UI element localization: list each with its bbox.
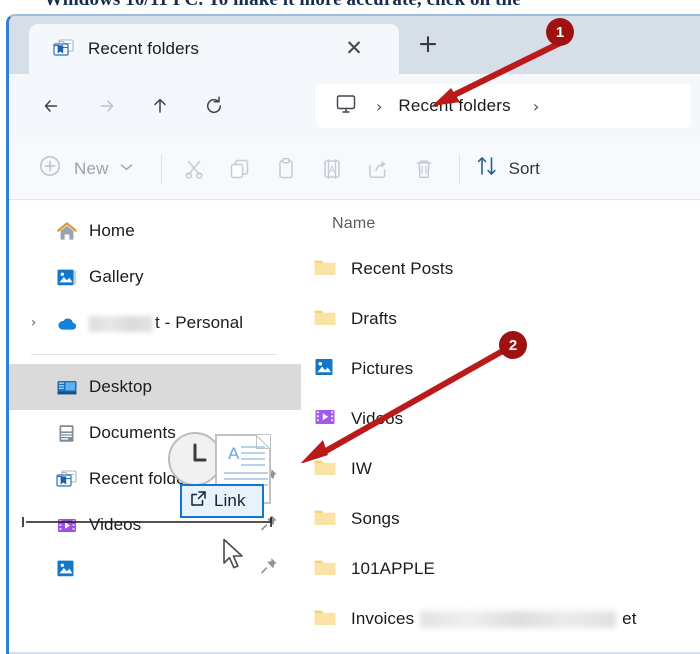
column-header-name[interactable]: Name (301, 204, 700, 244)
sidebar-item-label: Desktop (89, 377, 153, 396)
sort-button[interactable]: Sort (475, 154, 540, 183)
pin-icon[interactable] (259, 513, 279, 538)
toolbar-divider (160, 153, 162, 184)
address-bar[interactable]: › Recent folders › (316, 84, 691, 128)
list-item-label: Recent Posts (351, 259, 454, 278)
scissors-icon[interactable] (171, 148, 217, 190)
redacted-text (89, 315, 153, 332)
sidebar-item-label: Documents (89, 423, 176, 442)
plus-circle-icon (37, 153, 63, 184)
folder-icon (313, 557, 337, 582)
videos-icon (56, 515, 78, 536)
list-item-label: IW (351, 459, 372, 478)
sidebar-item-label: Gallery (89, 267, 144, 286)
folder-icon (313, 457, 337, 482)
pin-icon[interactable] (259, 467, 279, 492)
folder-icon (313, 507, 337, 532)
back-arrow-icon[interactable] (31, 85, 73, 127)
refresh-icon[interactable] (193, 85, 235, 127)
callout-badge-1: 1 (546, 18, 574, 46)
content-area: Home Gallery › t - Personal Desktop Docu… (9, 200, 700, 652)
chevron-down-icon[interactable] (120, 163, 133, 175)
file-explorer-window: Recent folders ✕ + › Recent folders › Ne… (6, 14, 700, 654)
list-item[interactable]: Rufus (301, 644, 700, 654)
sidebar-item-gallery[interactable]: Gallery (9, 254, 301, 300)
svg-text:A: A (328, 165, 335, 176)
tab-recent-folders[interactable]: Recent folders ✕ (29, 24, 399, 74)
column-header-label: Name (332, 215, 376, 232)
sort-label: Sort (508, 158, 540, 178)
trash-icon[interactable] (401, 148, 447, 190)
sidebar-item-documents[interactable]: Documents (9, 410, 301, 456)
pin-icon[interactable] (259, 556, 279, 581)
redacted-text (420, 610, 617, 628)
list-item-label: Drafts (351, 309, 397, 328)
sidebar-item-onedrive-personal[interactable]: › t - Personal (9, 300, 301, 346)
list-item-label: Songs (351, 509, 400, 528)
pictures-icon (56, 558, 78, 579)
onedrive-cloud-icon (56, 313, 78, 334)
list-item[interactable]: Videos (301, 394, 700, 444)
forward-arrow-icon (85, 85, 127, 127)
new-label: New (74, 158, 109, 178)
up-arrow-icon[interactable] (139, 85, 181, 127)
pictures-folder-icon (313, 357, 337, 382)
list-item[interactable]: Songs (301, 494, 700, 544)
toolbar-divider-2 (458, 153, 460, 184)
titlebar: Recent folders ✕ + (9, 16, 700, 74)
list-item-label: 101APPLE (351, 559, 435, 578)
sidebar-item-recent-folders[interactable]: Recent folders (9, 456, 301, 502)
sidebar-item-label: Videos (89, 515, 142, 534)
new-button[interactable]: New (37, 153, 133, 184)
folder-icon (313, 307, 337, 332)
sidebar-item-desktop[interactable]: Desktop (9, 364, 301, 410)
rename-icon[interactable]: A (309, 148, 355, 190)
sidebar-item-label: t - Personal (89, 313, 243, 333)
home-icon (56, 221, 78, 242)
recent-folders-icon (56, 469, 78, 490)
sidebar-item-home[interactable]: Home (9, 208, 301, 254)
gallery-icon (56, 267, 78, 288)
folder-icon (313, 257, 337, 282)
share-icon[interactable] (355, 148, 401, 190)
background-article-text: Windows 10/11 PC. To make it more accura… (44, 0, 700, 11)
sidebar-item-videos[interactable]: Videos (9, 502, 301, 548)
breadcrumb-separator-trailing[interactable]: › (533, 97, 539, 116)
navigation-bar: › Recent folders › (9, 74, 700, 138)
desktop-icon (56, 377, 78, 398)
recent-folders-icon (53, 39, 75, 59)
list-item[interactable]: 101APPLE (301, 544, 700, 594)
copy-icon[interactable] (217, 148, 263, 190)
close-icon[interactable]: ✕ (343, 38, 365, 60)
folder-icon (313, 607, 337, 632)
sort-arrows-icon (475, 154, 499, 183)
videos-folder-icon (313, 407, 337, 432)
command-toolbar: New A Sort (9, 138, 700, 200)
tab-label: Recent folders (88, 39, 200, 58)
new-tab-button[interactable]: + (415, 31, 441, 58)
sidebar-item-label: Recent folders (89, 469, 201, 488)
breadcrumb-current[interactable]: Recent folders (398, 96, 510, 116)
list-item[interactable]: Recent Posts (301, 244, 700, 294)
sidebar-item-partial[interactable] (9, 548, 301, 588)
navigation-pane: Home Gallery › t - Personal Desktop Docu… (9, 200, 301, 652)
breadcrumb-separator[interactable]: › (376, 97, 382, 116)
chevron-right-icon[interactable]: › (31, 316, 36, 331)
sidebar-divider (31, 354, 277, 355)
sidebar-item-label: Home (89, 221, 135, 240)
documents-icon (56, 423, 78, 444)
list-item-label: Invoices et (351, 609, 637, 628)
list-item[interactable]: Invoices et (301, 594, 700, 644)
list-item[interactable]: IW (301, 444, 700, 494)
list-item-label: Videos (351, 409, 404, 428)
file-list-pane: Name Recent Posts Drafts Pictures Videos… (301, 200, 700, 652)
this-pc-monitor-icon[interactable] (334, 93, 358, 120)
list-item-label: Pictures (351, 359, 414, 378)
callout-badge-2: 2 (499, 331, 527, 359)
clipboard-icon[interactable] (263, 148, 309, 190)
